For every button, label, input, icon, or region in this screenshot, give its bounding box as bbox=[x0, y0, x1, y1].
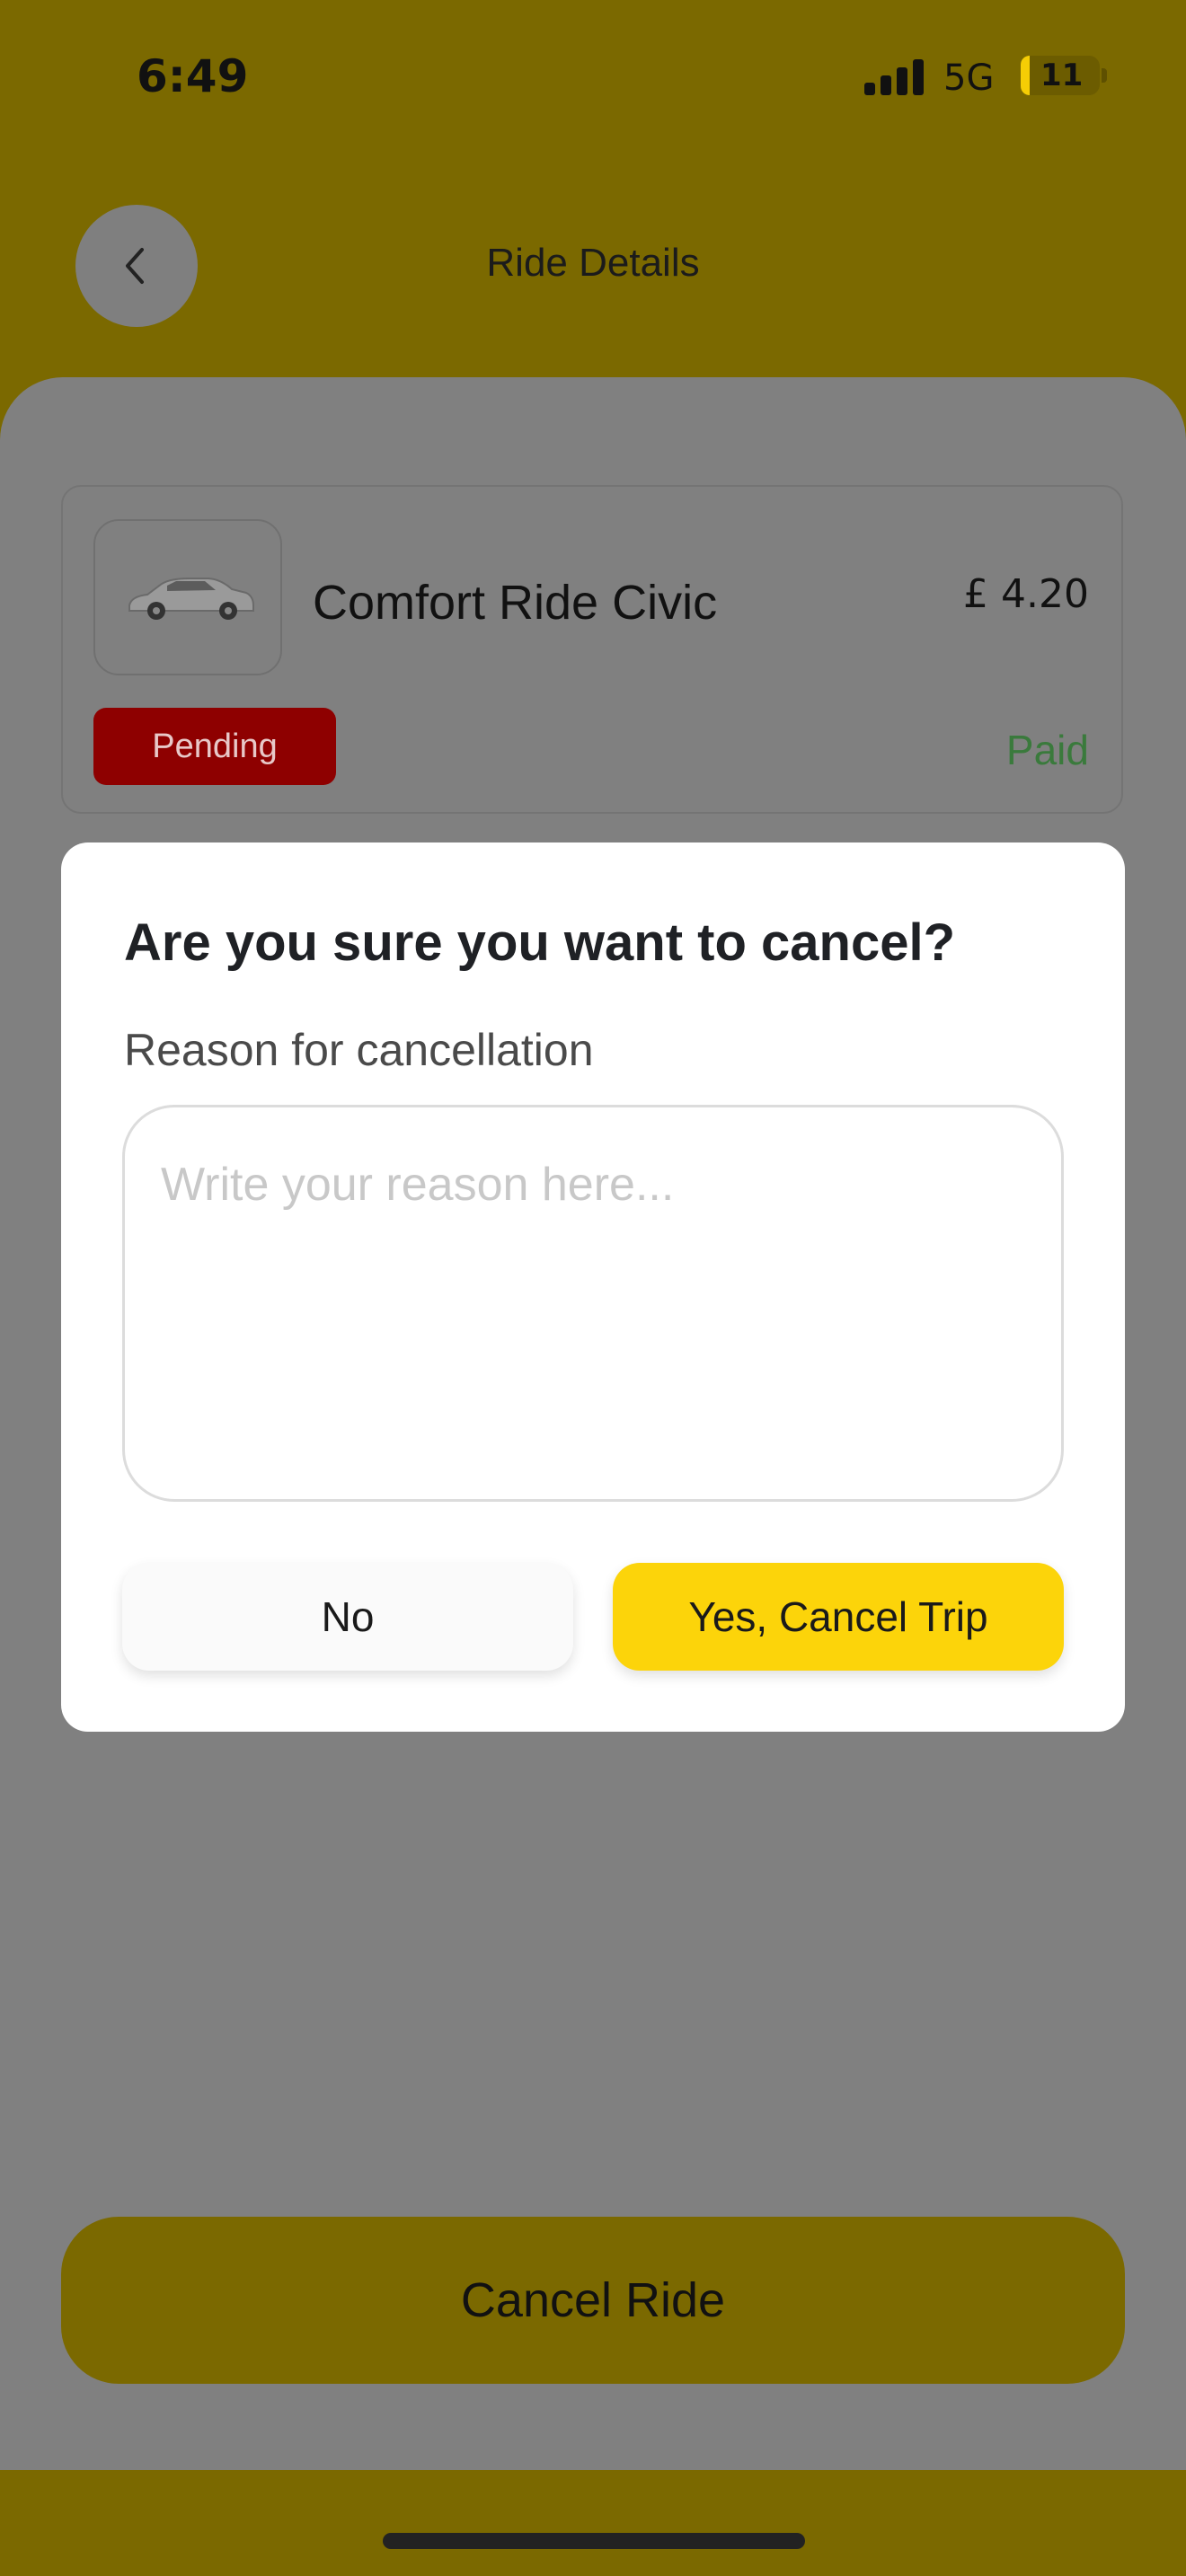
home-indicator bbox=[383, 2533, 805, 2549]
battery-icon: 11 bbox=[1021, 56, 1100, 95]
battery-level: 11 bbox=[1040, 57, 1084, 93]
reason-input[interactable] bbox=[122, 1105, 1064, 1502]
ride-price: £ 4.20 bbox=[963, 571, 1089, 617]
dialog-title: Are you sure you want to cancel? bbox=[124, 913, 955, 972]
reason-label: Reason for cancellation bbox=[124, 1025, 594, 1075]
no-button[interactable]: No bbox=[122, 1563, 573, 1671]
car-thumbnail bbox=[93, 519, 282, 675]
status-badge: Pending bbox=[93, 708, 336, 785]
payment-status: Paid bbox=[1005, 727, 1089, 773]
ride-name: Comfort Ride Civic bbox=[313, 576, 718, 630]
page-title: Ride Details bbox=[486, 241, 700, 285]
status-time: 6:49 bbox=[137, 50, 249, 102]
cancel-ride-button[interactable]: Cancel Ride bbox=[61, 2217, 1125, 2384]
confirm-cancel-button[interactable]: Yes, Cancel Trip bbox=[613, 1563, 1064, 1671]
battery-tip bbox=[1102, 68, 1107, 83]
signal-icon bbox=[864, 59, 924, 95]
screen: 6:49 5G 11 Ride Details Comfort Ride Civ… bbox=[0, 0, 1186, 2576]
network-label: 5G bbox=[943, 57, 995, 99]
battery-fill bbox=[1021, 56, 1030, 95]
car-image bbox=[128, 578, 254, 620]
